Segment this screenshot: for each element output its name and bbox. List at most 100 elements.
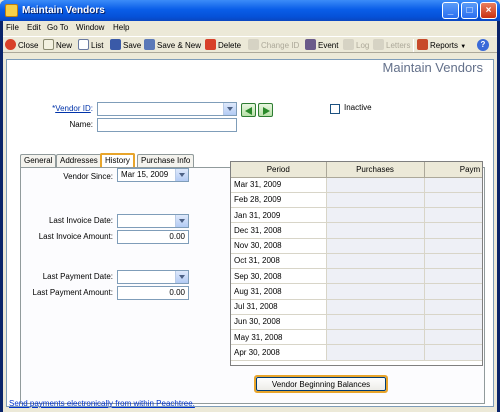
menu-file[interactable]: File [6, 23, 19, 32]
period-cell[interactable]: Apr 30, 2008 [231, 344, 327, 361]
tab-addresses[interactable]: Addresses [56, 154, 102, 167]
payments-cell[interactable] [424, 344, 482, 361]
letters-button[interactable]: Letters [373, 39, 410, 52]
table-row[interactable]: Aug 31, 2008 [231, 283, 482, 300]
purchases-cell[interactable] [326, 253, 425, 270]
menu-help[interactable]: Help [113, 23, 129, 32]
vendor-id-field[interactable] [97, 102, 237, 116]
column-header-payments[interactable]: Paym [424, 162, 482, 178]
last-invoice-amount-field[interactable]: 0.00 [117, 230, 189, 244]
name-label: Name: [69, 120, 93, 129]
chevron-down-icon[interactable] [175, 169, 188, 181]
payments-cell[interactable] [424, 329, 482, 346]
last-payment-amount-field[interactable]: 0.00 [117, 286, 189, 300]
history-table: Period Purchases Paym Mar 31, 2009 Feb 28… [231, 162, 482, 361]
column-header-period[interactable]: Period [231, 162, 327, 178]
purchases-cell[interactable] [326, 344, 425, 361]
list-button[interactable]: List [78, 39, 103, 52]
payments-cell[interactable] [424, 192, 482, 209]
period-cell[interactable]: Feb 28, 2009 [231, 192, 327, 209]
payments-cell[interactable] [424, 268, 482, 285]
vendor-since-label: Vendor Since: [63, 172, 113, 181]
log-icon [343, 39, 354, 50]
save-and-new-button[interactable]: Save & New [144, 39, 201, 52]
next-record-button[interactable] [258, 103, 273, 117]
period-cell[interactable]: Oct 31, 2008 [231, 253, 327, 270]
event-button[interactable]: Event [305, 39, 338, 52]
purchases-cell[interactable] [326, 283, 425, 300]
purchases-cell[interactable] [326, 222, 425, 239]
last-payment-date-field[interactable] [117, 270, 189, 284]
purchases-cell[interactable] [326, 299, 425, 315]
name-field[interactable] [97, 118, 237, 132]
purchases-cell[interactable] [326, 329, 425, 346]
period-cell[interactable]: Mar 31, 2009 [231, 177, 327, 193]
chevron-down-icon[interactable] [223, 103, 236, 115]
purchases-cell[interactable] [326, 314, 425, 331]
close-button[interactable]: Close [5, 39, 38, 52]
purchases-cell[interactable] [326, 192, 425, 209]
period-cell[interactable]: Jan 31, 2009 [231, 207, 327, 224]
tab-history[interactable]: History [100, 153, 135, 168]
vendor-beginning-balances-button[interactable]: Vendor Beginning Balances [254, 375, 388, 393]
payments-cell[interactable] [424, 238, 482, 254]
delete-button[interactable]: Delete [205, 39, 241, 52]
log-button[interactable]: Log [343, 39, 369, 52]
title-bar[interactable]: Maintain Vendors _ □ × [0, 0, 500, 21]
electronic-payments-link[interactable]: Send payments electronically from within… [9, 399, 195, 408]
table-row[interactable]: May 31, 2008 [231, 329, 482, 346]
list-icon [78, 39, 89, 50]
table-row[interactable]: Nov 30, 2008 [231, 238, 482, 254]
change-id-button[interactable]: Change ID [248, 39, 299, 52]
payments-cell[interactable] [424, 207, 482, 224]
period-cell[interactable]: Aug 31, 2008 [231, 283, 327, 300]
period-cell[interactable]: Nov 30, 2008 [231, 238, 327, 254]
vendor-since-field[interactable]: Mar 15, 2009 [117, 168, 189, 182]
reports-button[interactable]: Reports ▼ [417, 39, 466, 52]
app-icon [5, 4, 18, 17]
payments-cell[interactable] [424, 314, 482, 331]
payments-cell[interactable] [424, 253, 482, 270]
new-button[interactable]: New [43, 39, 72, 52]
tab-purchase-info[interactable]: Purchase Info [137, 154, 195, 167]
purchases-cell[interactable] [326, 268, 425, 285]
period-cell[interactable]: Jul 31, 2008 [231, 299, 327, 315]
table-row[interactable]: Apr 30, 2008 [231, 344, 482, 361]
table-row[interactable]: Dec 31, 2008 [231, 222, 482, 239]
payments-cell[interactable] [424, 222, 482, 239]
purchases-cell[interactable] [326, 238, 425, 254]
reports-icon [417, 39, 428, 50]
maximize-button[interactable]: □ [461, 2, 478, 19]
close-window-button[interactable]: × [480, 2, 497, 19]
last-invoice-date-field[interactable] [117, 214, 189, 228]
save-button[interactable]: Save [110, 39, 141, 52]
tab-general[interactable]: General [20, 154, 57, 167]
inactive-checkbox[interactable] [330, 104, 340, 114]
payments-cell[interactable] [424, 177, 482, 193]
column-header-purchases[interactable]: Purchases [326, 162, 425, 178]
chevron-down-icon[interactable] [175, 271, 188, 283]
menu-window[interactable]: Window [76, 23, 104, 32]
chevron-down-icon[interactable] [175, 215, 188, 227]
period-cell[interactable]: Sep 30, 2008 [231, 268, 327, 285]
purchases-cell[interactable] [326, 177, 425, 193]
period-cell[interactable]: Jun 30, 2008 [231, 314, 327, 331]
table-row[interactable]: Jan 31, 2009 [231, 207, 482, 224]
table-row[interactable]: Mar 31, 2009 [231, 177, 482, 193]
previous-record-button[interactable] [241, 103, 256, 117]
minimize-button[interactable]: _ [442, 2, 459, 19]
payments-cell[interactable] [424, 299, 482, 315]
table-row[interactable]: Jul 31, 2008 [231, 299, 482, 315]
table-row[interactable]: Oct 31, 2008 [231, 253, 482, 270]
menu-goto[interactable]: Go To [47, 23, 68, 32]
period-cell[interactable]: Dec 31, 2008 [231, 222, 327, 239]
table-row[interactable]: Feb 28, 2009 [231, 192, 482, 209]
history-grid[interactable]: Period Purchases Paym Mar 31, 2009 Feb 28… [230, 161, 483, 366]
menu-edit[interactable]: Edit [27, 23, 41, 32]
table-row[interactable]: Sep 30, 2008 [231, 268, 482, 285]
payments-cell[interactable] [424, 283, 482, 300]
table-row[interactable]: Jun 30, 2008 [231, 314, 482, 331]
purchases-cell[interactable] [326, 207, 425, 224]
period-cell[interactable]: May 31, 2008 [231, 329, 327, 346]
help-button[interactable]: ? [477, 39, 489, 51]
